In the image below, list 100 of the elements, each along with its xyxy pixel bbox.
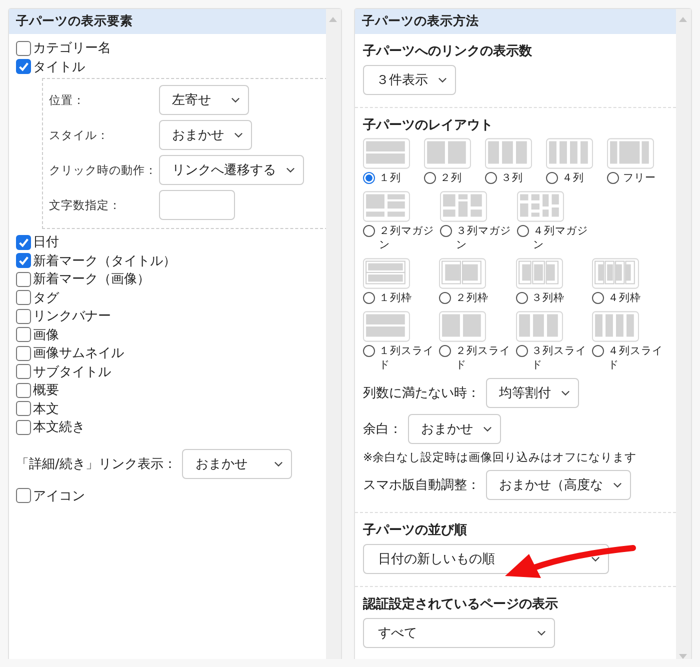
radio-button[interactable]	[363, 345, 375, 357]
dropdown[interactable]: 左寄せ	[159, 85, 249, 115]
field-label: 列数に満たない時：	[363, 385, 480, 402]
layout-thumbnail[interactable]	[592, 258, 639, 289]
section-heading: 認証設定されているページの表示	[363, 596, 559, 613]
checkbox-label: カテゴリー名	[33, 40, 111, 58]
layout-thumbnail[interactable]	[516, 311, 562, 342]
checkbox[interactable]	[16, 253, 31, 268]
chevron-icon	[234, 132, 243, 138]
radio-button[interactable]	[363, 172, 375, 184]
checkbox-label: 本文続き	[33, 419, 85, 436]
chevron-icon	[286, 167, 295, 173]
layout-thumbnail[interactable]	[516, 258, 562, 289]
field-label: スタイル：	[49, 128, 110, 142]
field-label: スマホ版自動調整：	[363, 477, 480, 494]
layout-thumbnail[interactable]	[424, 138, 471, 169]
option-label: ２列枠	[455, 291, 488, 305]
note-text: ※余白なし設定時は画像回り込みはオフになります	[363, 450, 638, 465]
radio-button[interactable]	[517, 225, 529, 237]
layout-thumbnail[interactable]	[363, 138, 410, 169]
chevron-icon	[591, 556, 600, 562]
checkbox[interactable]	[16, 346, 31, 361]
chevron-icon	[613, 482, 622, 488]
radio-button[interactable]	[485, 172, 497, 184]
chevron-icon	[274, 460, 284, 466]
radio-button[interactable]	[440, 225, 452, 237]
checkbox-label: 画像	[33, 326, 59, 344]
dropdown[interactable]: ３件表示	[363, 65, 456, 95]
layout-thumbnail[interactable]	[363, 311, 410, 342]
field-label: 位置：	[49, 92, 86, 108]
option-label: ３列枠	[532, 291, 564, 305]
layout-thumbnail[interactable]	[485, 138, 532, 169]
dropdown[interactable]: 均等割付	[486, 378, 579, 408]
checkbox[interactable]	[16, 488, 31, 504]
option-label: ４列スライド	[608, 344, 664, 372]
checkbox[interactable]	[16, 290, 31, 306]
section-heading: 子パーツのレイアウト	[363, 117, 494, 134]
layout-thumbnail[interactable]	[592, 311, 639, 342]
chevron-icon	[537, 630, 546, 636]
field-label: 余白：	[363, 421, 402, 438]
checkbox-label: 画像サムネイル	[33, 345, 124, 362]
option-label: ２列	[440, 171, 462, 185]
chevron-icon	[231, 97, 240, 103]
option-label: １列枠	[379, 291, 412, 305]
section-heading: 子パーツへのリンクの表示数	[363, 43, 533, 60]
layout-thumbnail[interactable]	[439, 311, 486, 342]
dropdown[interactable]: おまかせ	[408, 414, 501, 444]
radio-button[interactable]	[363, 292, 375, 304]
input-field[interactable]	[159, 190, 235, 220]
layout-thumbnail[interactable]	[439, 258, 486, 289]
radio-button[interactable]	[363, 225, 375, 237]
radio-button[interactable]	[592, 345, 604, 357]
radio-button[interactable]	[439, 292, 452, 304]
option-label: フリー	[623, 171, 656, 185]
radio-button[interactable]	[546, 172, 558, 184]
checkbox[interactable]	[16, 59, 31, 74]
panel-title: 子パーツの表示要素	[16, 13, 133, 30]
checkbox[interactable]	[16, 364, 31, 380]
checkbox[interactable]	[16, 382, 31, 398]
checkbox[interactable]	[16, 40, 31, 56]
section-heading: 子パーツの並び順	[363, 522, 468, 539]
checkbox[interactable]	[16, 308, 31, 324]
checkbox-label: 新着マーク（画像）	[33, 271, 150, 288]
checkbox[interactable]	[16, 327, 31, 342]
checkbox[interactable]	[16, 401, 31, 416]
field-label: 「詳細/続き」リンク表示：	[16, 456, 176, 472]
checkbox-label: 概要	[33, 382, 59, 400]
option-label: ４列	[562, 171, 584, 185]
option-label: ４列マガジン	[533, 224, 589, 252]
dropdown[interactable]: おまかせ	[182, 448, 292, 478]
radio-button[interactable]	[516, 292, 528, 304]
dropdown[interactable]: おまかせ	[159, 120, 252, 150]
radio-button[interactable]	[516, 345, 528, 357]
layout-thumbnail[interactable]	[440, 191, 487, 222]
layout-thumbnail[interactable]	[517, 191, 564, 222]
radio-button[interactable]	[424, 172, 436, 184]
radio-button[interactable]	[607, 172, 619, 184]
option-label: ４列枠	[608, 291, 641, 305]
radio-button[interactable]	[592, 292, 604, 304]
chevron-icon	[561, 390, 570, 396]
checkbox-label: 本文	[33, 400, 59, 418]
option-label: ３列	[501, 171, 523, 185]
dropdown[interactable]: おまかせ（高度な	[486, 470, 631, 500]
dropdown[interactable]: すべて	[363, 618, 555, 648]
checkbox-label: サブタイトル	[33, 364, 111, 381]
checkbox-label: タイトル	[33, 58, 85, 76]
radio-button[interactable]	[439, 345, 452, 357]
layout-thumbnail[interactable]	[363, 258, 410, 289]
dropdown[interactable]: 日付の新しいもの順	[363, 544, 609, 574]
dropdown[interactable]: リンクへ遷移する	[159, 155, 304, 185]
checkbox[interactable]	[16, 272, 31, 287]
layout-thumbnail[interactable]	[363, 191, 410, 222]
layout-thumbnail[interactable]	[546, 138, 593, 169]
checkbox-label: 日付	[33, 234, 59, 252]
checkbox-label: 新着マーク（タイトル）	[33, 252, 176, 270]
checkbox-label: リンクバナー	[33, 308, 111, 326]
checkbox[interactable]	[16, 234, 31, 250]
layout-thumbnail[interactable]	[607, 138, 654, 169]
option-label: ３列マガジン	[456, 224, 512, 252]
checkbox[interactable]	[16, 420, 31, 435]
